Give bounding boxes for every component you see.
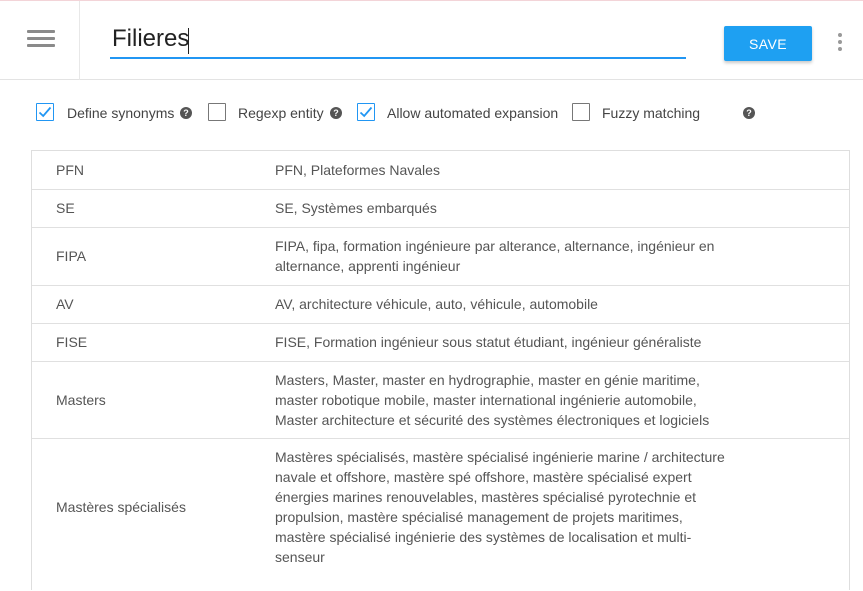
table-row[interactable]: PFN PFN, Plateformes Navales xyxy=(32,151,849,190)
define-synonyms-label: Define synonyms xyxy=(67,105,175,121)
table-row[interactable]: Masters Masters, Master, master en hydro… xyxy=(32,362,849,439)
entity-name-input[interactable] xyxy=(110,21,686,59)
entry-key[interactable]: Mastères spécialisés xyxy=(56,499,186,515)
fuzzy-matching-checkbox[interactable] xyxy=(572,103,590,121)
check-icon xyxy=(359,106,373,118)
entries-table: PFN PFN, Plateformes Navales SE SE, Syst… xyxy=(31,150,850,590)
entry-synonyms[interactable]: AV, architecture véhicule, auto, véhicul… xyxy=(275,294,735,314)
regexp-entity-label: Regexp entity xyxy=(238,105,324,121)
help-icon[interactable]: ? xyxy=(743,107,755,119)
table-row[interactable]: FIPA FIPA, fipa, formation ingénieure pa… xyxy=(32,228,849,286)
entry-synonyms[interactable]: Masters, Master, master en hydrographie,… xyxy=(275,370,735,430)
fuzzy-matching-label: Fuzzy matching xyxy=(602,105,701,121)
check-icon xyxy=(38,106,52,118)
more-vert-icon[interactable] xyxy=(835,33,845,53)
hamburger-menu-icon[interactable] xyxy=(27,30,55,48)
text-caret xyxy=(188,28,189,54)
help-icon[interactable]: ? xyxy=(180,107,192,119)
entry-synonyms[interactable]: Mastères spécialisés, mastère spécialisé… xyxy=(275,447,735,567)
entity-options: Define synonyms ? Regexp entity ? Allow … xyxy=(36,103,856,125)
allow-automated-expansion-label: Allow automated expansion xyxy=(387,105,559,121)
entry-synonyms[interactable]: PFN, Plateformes Navales xyxy=(275,160,735,180)
entry-key[interactable]: FIPA xyxy=(56,248,86,264)
entry-synonyms[interactable]: FISE, Formation ingénieur sous statut ét… xyxy=(275,332,735,352)
help-icon[interactable]: ? xyxy=(330,107,342,119)
entry-synonyms[interactable]: FIPA, fipa, formation ingénieure par alt… xyxy=(275,236,735,276)
entry-key[interactable]: AV xyxy=(56,296,74,312)
regexp-entity-checkbox[interactable] xyxy=(208,103,226,121)
table-row[interactable]: FISE FISE, Formation ingénieur sous stat… xyxy=(32,324,849,362)
define-synonyms-checkbox[interactable] xyxy=(36,103,54,121)
table-row[interactable]: Mastères spécialisés Mastères spécialisé… xyxy=(32,439,849,591)
allow-automated-expansion-checkbox[interactable] xyxy=(357,103,375,121)
entry-key[interactable]: SE xyxy=(56,200,75,216)
entry-key[interactable]: PFN xyxy=(56,162,84,178)
table-row[interactable]: AV AV, architecture véhicule, auto, véhi… xyxy=(32,286,849,324)
table-row[interactable]: SE SE, Systèmes embarqués xyxy=(32,190,849,228)
entry-key[interactable]: FISE xyxy=(56,334,87,350)
entry-synonyms[interactable]: SE, Systèmes embarqués xyxy=(275,198,735,218)
top-bar: SAVE xyxy=(0,0,863,80)
menu-cell xyxy=(0,1,80,80)
save-button[interactable]: SAVE xyxy=(724,26,812,61)
entry-key[interactable]: Masters xyxy=(56,392,106,408)
